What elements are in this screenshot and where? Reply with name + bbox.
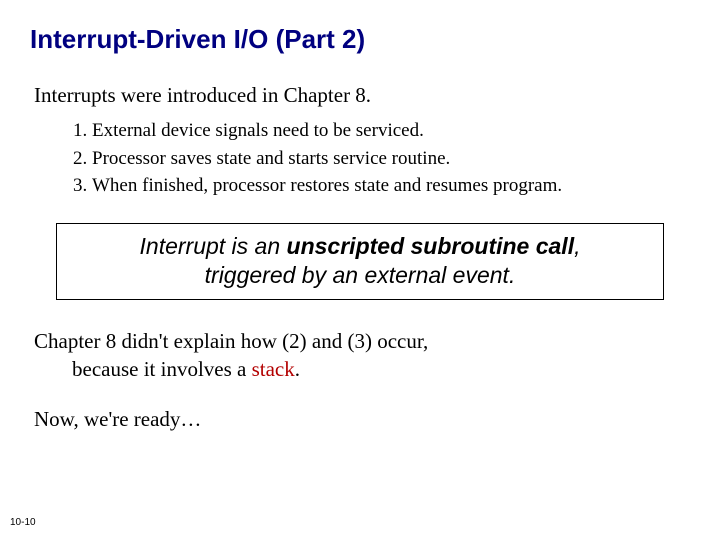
callout-text: triggered by an external event.	[205, 262, 516, 288]
intro-text: Interrupts were introduced in Chapter 8.	[30, 83, 690, 108]
list-item: External device signals need to be servi…	[92, 118, 690, 144]
ready-text: Now, we're ready…	[30, 407, 690, 432]
callout-text: ,	[574, 233, 580, 259]
explanation-paragraph: Chapter 8 didn't explain how (2) and (3)…	[30, 328, 690, 383]
para-text: .	[295, 357, 300, 381]
page-number: 10-10	[10, 517, 36, 528]
para-text: because it involves a	[72, 357, 252, 381]
callout-bold: unscripted subroutine call	[287, 233, 575, 259]
stack-keyword: stack	[252, 357, 295, 381]
callout-text: Interrupt is an	[140, 233, 287, 259]
para-text: Chapter 8 didn't explain how (2) and (3)…	[34, 329, 428, 353]
list-item: When finished, processor restores state …	[92, 173, 690, 199]
slide-title: Interrupt-Driven I/O (Part 2)	[30, 24, 690, 55]
slide: Interrupt-Driven I/O (Part 2) Interrupts…	[0, 0, 720, 540]
list-item: Processor saves state and starts service…	[92, 146, 690, 172]
para-text-indent: because it involves a stack.	[34, 356, 690, 383]
interrupt-steps-list: External device signals need to be servi…	[30, 118, 690, 199]
callout-box: Interrupt is an unscripted subroutine ca…	[56, 223, 664, 301]
